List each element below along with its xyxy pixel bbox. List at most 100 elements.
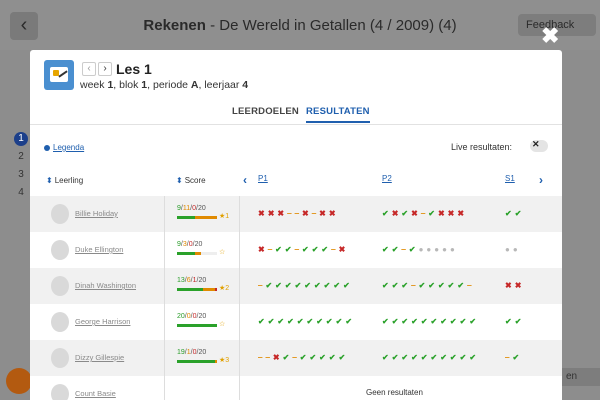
dash-icon: ‒ [292,353,300,362]
check-icon: ✔ [457,281,468,290]
dash-icon: ‒ [294,245,303,254]
student-name-link[interactable]: Duke Ellington [75,245,123,254]
check-icon: ✔ [428,281,438,290]
check-icon: ✔ [382,353,392,362]
marks-p2: ✔✔✔✔✔✔✔✔✔✔ [382,317,479,326]
check-icon: ✔ [469,317,480,326]
period-header-p1[interactable]: P1 [258,174,268,183]
tab-resultaten[interactable]: RESULTATEN [306,106,370,123]
cross-icon: ✖ [267,209,278,218]
marks-p1: ✔✔✔✔✔✔✔✔✔✔ [258,317,355,326]
student-name-link[interactable]: George Harrison [75,317,130,326]
check-icon: ✔ [512,353,523,362]
student-name-link[interactable]: Count Basie [75,389,116,398]
check-icon: ✔ [275,245,285,254]
column-header-student[interactable]: ⬍ Leerling [46,176,83,185]
scroll-left-icon[interactable]: ‹ [243,173,247,187]
check-icon: ✔ [296,317,307,326]
avatar [51,348,69,368]
score-text: 13/6/1/20 [177,277,206,284]
lesson-title: Les 1 [116,61,152,77]
dash-icon: ‒ [411,281,419,290]
check-icon: ✔ [382,281,392,290]
side-step-2[interactable]: 2 [14,150,28,164]
cross-icon: ✖ [447,209,458,218]
check-icon: ✔ [306,317,317,326]
check-icon: ✔ [408,245,419,254]
check-icon: ✔ [401,317,412,326]
lesson-icon [44,60,74,90]
column-header-score[interactable]: ⬍ Score [176,176,206,185]
tab-leerdoelen[interactable]: LEERDOELEN [232,106,299,121]
close-icon[interactable]: ✖ [541,25,559,47]
live-results-label: Live resultaten: [451,142,513,152]
check-icon: ✔ [323,281,334,290]
dash-icon: ‒ [287,209,295,218]
marks-p1: ‒✔✔✔✔✔✔✔✔✔ [258,281,353,290]
check-icon: ✔ [447,281,458,290]
check-icon: ✔ [505,209,515,218]
side-step-1[interactable]: 1 [14,132,28,146]
medal-icon: ★2 [219,285,230,292]
check-icon: ✔ [437,281,448,290]
check-icon: ✔ [311,245,322,254]
period-header-s1[interactable]: S1 [505,174,515,183]
background-button[interactable]: en [560,368,600,386]
cross-icon: ✖ [272,353,283,362]
dash-icon: ‒ [331,245,339,254]
side-step-4[interactable]: 4 [14,186,28,200]
check-icon: ✔ [345,317,356,326]
score-bar [177,252,217,255]
info-icon [44,144,50,151]
score-bar [177,216,217,219]
check-icon: ✔ [514,317,525,326]
check-icon: ✔ [428,209,438,218]
period-header-p2[interactable]: P2 [382,174,392,183]
avatar [51,204,69,224]
medal-icon: ★3 [219,357,230,364]
check-icon: ✔ [391,281,402,290]
student-name-link[interactable]: Dinah Washington [75,281,136,290]
tab-divider [30,124,562,125]
no-results-text: Geen resultaten [366,388,423,397]
student-row: Dizzy Gillespie 19/1/0/20 ★3 ‒‒✖✔‒✔✔✔✔✔ ✔✔✔✔… [30,340,562,376]
next-lesson-button[interactable]: › [98,62,112,76]
sort-icon: ⬍ [46,176,53,185]
dash-icon: ‒ [467,281,475,290]
check-icon: ✔ [338,353,349,362]
check-icon: ✔ [459,353,470,362]
pending-icon: ● [442,245,450,254]
check-icon: ✔ [449,317,460,326]
score-bar [177,360,217,363]
side-step-3[interactable]: 3 [14,168,28,182]
legend-link[interactable]: Legenda [44,143,84,152]
score-text: 19/1/0/20 [177,349,206,356]
dash-icon: ‒ [294,209,303,218]
score-bar-segment [177,252,195,255]
check-icon: ✔ [430,317,441,326]
page-title: Rekenen - De Wereld in Getallen (4 / 200… [143,17,457,34]
toggle-off-icon: ✕ [532,139,540,149]
check-icon: ✔ [309,353,320,362]
check-icon: ✔ [343,281,353,290]
student-name-link[interactable]: Dizzy Gillespie [75,353,124,362]
check-icon: ✔ [440,317,450,326]
cross-icon: ✖ [277,209,288,218]
student-row: Dinah Washington 13/6/1/20 ★2 ‒✔✔✔✔✔✔✔✔✔ ✔✔✔… [30,268,562,304]
pending-icon: ● [434,245,443,254]
scroll-right-icon[interactable]: › [539,173,543,187]
check-icon: ✔ [287,317,297,326]
student-name-link[interactable]: Billie Holiday [75,209,118,218]
score-bar-segment [195,216,217,219]
prev-lesson-button[interactable]: ‹ [82,62,96,76]
cross-icon: ✖ [258,209,268,218]
marks-s1: ✔✔ [505,209,524,218]
check-icon: ✔ [382,245,392,254]
score-bar-segment [177,324,217,327]
marks-p2: ✔✔✔✔✔✔✔✔✔✔ [382,353,479,362]
live-results-toggle[interactable]: ✕ [530,139,548,152]
action-fab[interactable] [6,368,32,394]
sort-icon: ⬍ [176,176,183,185]
check-icon: ✔ [505,317,515,326]
score-cell [164,376,240,400]
